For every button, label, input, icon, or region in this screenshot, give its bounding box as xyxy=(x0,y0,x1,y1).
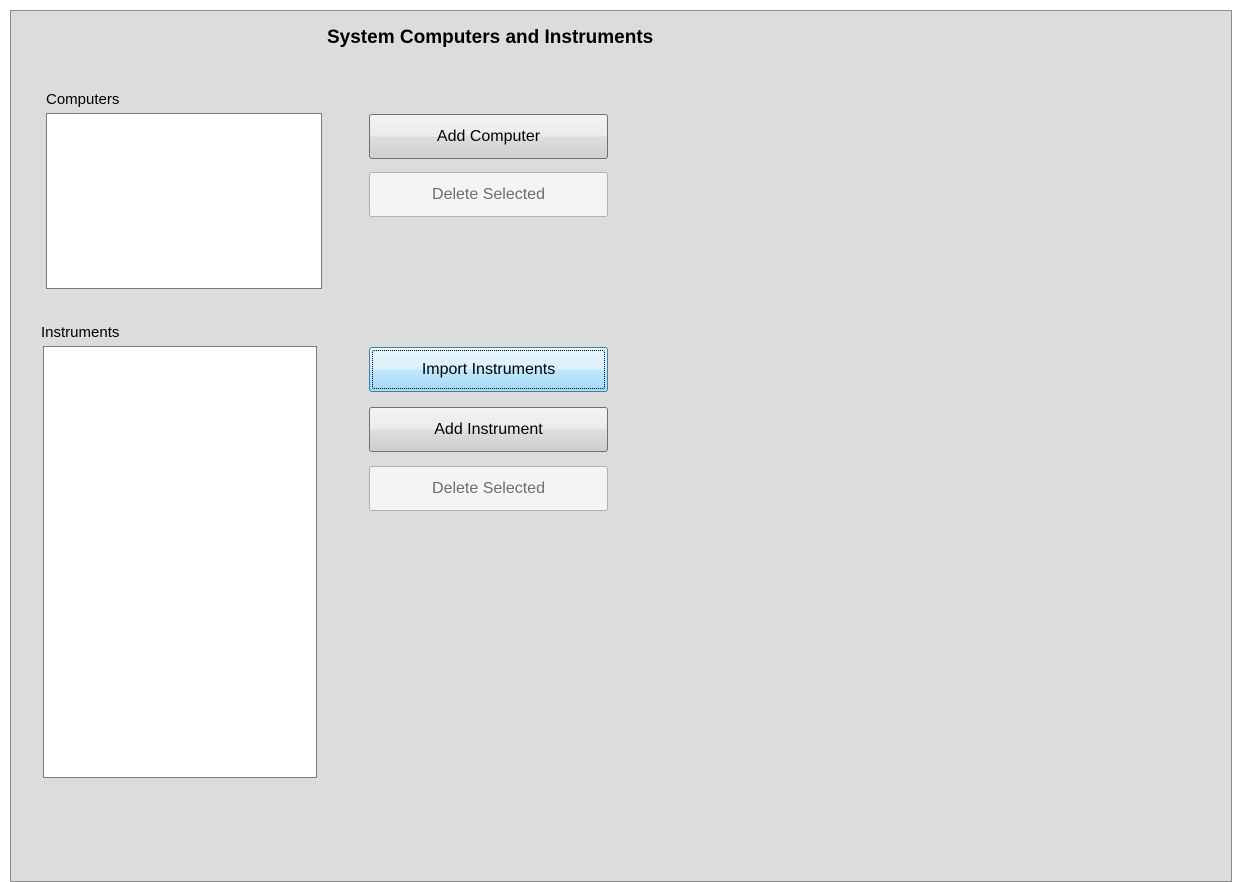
add-computer-button[interactable]: Add Computer xyxy=(369,114,608,159)
add-instrument-button[interactable]: Add Instrument xyxy=(369,407,608,452)
import-instruments-button[interactable]: Import Instruments xyxy=(369,347,608,392)
page-title: System Computers and Instruments xyxy=(327,27,654,48)
instruments-listbox[interactable] xyxy=(43,346,317,778)
delete-selected-instrument-button[interactable]: Delete Selected xyxy=(369,466,608,511)
main-panel: System Computers and Instruments Compute… xyxy=(10,10,1232,882)
instruments-label: Instruments xyxy=(41,324,120,341)
delete-selected-computer-button[interactable]: Delete Selected xyxy=(369,172,608,217)
computers-label: Computers xyxy=(46,91,120,108)
computers-listbox[interactable] xyxy=(46,113,322,289)
